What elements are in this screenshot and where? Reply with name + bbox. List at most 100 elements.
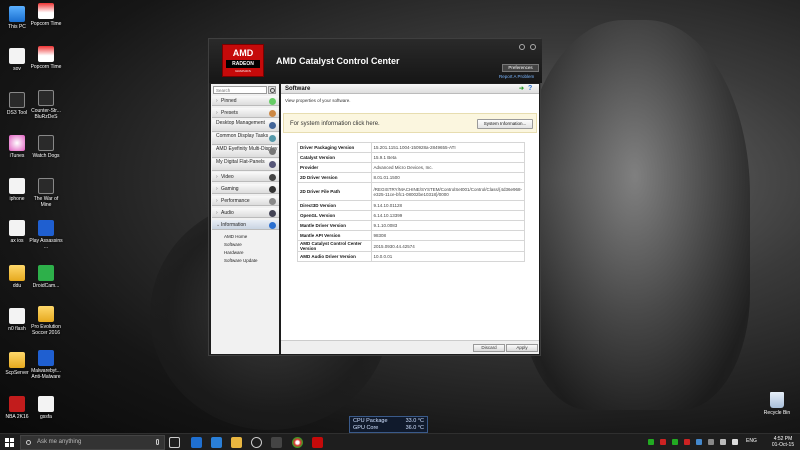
desktop-icon-popcorn-time-2[interactable]: Popcorn Time xyxy=(29,46,63,70)
property-value: /REGISTRY/MACHINE/SYSTEM/ControlSet001/C… xyxy=(370,182,526,201)
desktop-icon-gssfa[interactable]: gssfa xyxy=(29,396,63,420)
folder-icon xyxy=(9,265,25,281)
property-name: Direct3D Version xyxy=(297,200,372,211)
sidebar-item-performance[interactable]: › Performance xyxy=(212,196,279,206)
tray-app-icon[interactable] xyxy=(708,439,714,445)
taskbar-search-box[interactable]: Ask me anything xyxy=(20,435,165,450)
language-indicator[interactable]: ENG xyxy=(746,438,757,444)
taskbar-clock[interactable]: 4:52 PM 01-Oct-15 xyxy=(769,436,797,448)
document-icon xyxy=(9,178,25,194)
video-icon xyxy=(269,174,276,181)
minimize-icon[interactable] xyxy=(519,44,525,50)
wallpaper-figure xyxy=(520,20,750,410)
desktop-icon-counter-strike[interactable]: Counter-Str... BluRzDeS xyxy=(29,90,63,120)
popcorn-icon xyxy=(38,3,54,19)
amd-catalyst-taskbar-icon[interactable] xyxy=(312,437,323,448)
itunes-icon xyxy=(9,135,25,151)
document-icon xyxy=(9,220,25,236)
property-name: 2D Driver Version xyxy=(297,172,372,183)
property-value: Advanced Micro Devices, Inc. xyxy=(370,162,526,173)
sidebar-item-eyefinity[interactable]: AMD Eyefinity Multi-Display xyxy=(212,146,279,158)
sidebar-item-common-display-tasks[interactable]: Common Display Tasks xyxy=(212,133,279,145)
folder-icon xyxy=(9,352,25,368)
sidebar-item-desktop-management[interactable]: Desktop Management xyxy=(212,120,279,132)
property-name: Catalyst Version xyxy=(297,152,372,163)
search-icon[interactable] xyxy=(268,86,276,94)
game-icon xyxy=(38,306,54,322)
edge-icon[interactable] xyxy=(191,437,202,448)
document-icon xyxy=(38,396,54,412)
table-row: AMD Audio Driver Version 10.0.0.01 xyxy=(297,251,526,262)
game-icon xyxy=(38,220,54,236)
property-name: Mantle API Version xyxy=(297,230,372,241)
desktop-icon-droidcam[interactable]: DroidCam... xyxy=(29,265,63,289)
gamepad-icon xyxy=(269,186,276,193)
property-value: 9.1.10.0083 xyxy=(370,220,526,231)
info-icon xyxy=(269,222,276,229)
sidebar-item-video[interactable]: › Video xyxy=(212,172,279,182)
close-icon[interactable] xyxy=(530,44,536,50)
computer-icon xyxy=(9,6,25,22)
table-row: OpenGL Version 6.14.10.13399 xyxy=(297,210,526,221)
network-icon[interactable] xyxy=(720,439,726,445)
windows-start-icon[interactable] xyxy=(5,438,14,447)
tray-app-icon[interactable] xyxy=(648,439,654,445)
sidebar-subitem-software[interactable]: Software xyxy=(224,242,242,247)
tray-app-icon[interactable] xyxy=(696,439,702,445)
sidebar-item-digital-flat-panels[interactable]: My Digital Flat-Panels xyxy=(212,159,279,171)
discard-button[interactable]: Discard xyxy=(473,344,505,352)
table-row: Mantle API Version 98308 xyxy=(297,230,526,241)
sidebar-subitem-software-update[interactable]: Software Update xyxy=(224,258,258,263)
desktop-icon-play-assassins[interactable]: Play Assassins ... xyxy=(29,220,63,250)
table-row: Driver Packaging Version 15.201.1151.1004… xyxy=(297,142,526,153)
game-icon xyxy=(38,135,54,151)
amd-radeon-logo: AMD RADEON GRAPHICS xyxy=(222,44,264,77)
sidebar-item-gaming[interactable]: › Gaming xyxy=(212,184,279,194)
search-input[interactable] xyxy=(213,86,267,94)
report-problem-link[interactable]: Report A Problem xyxy=(499,74,534,79)
media-player-icon[interactable] xyxy=(271,437,282,448)
sidebar-item-presets[interactable]: › Presets xyxy=(212,108,279,118)
sidebar-item-audio[interactable]: › Audio xyxy=(212,208,279,218)
groove-music-icon[interactable] xyxy=(251,437,262,448)
malwarebytes-icon xyxy=(38,350,54,366)
desktop-icon-watch-dogs[interactable]: Watch Dogs xyxy=(29,135,63,159)
file-explorer-icon[interactable] xyxy=(231,437,242,448)
property-name: Provider xyxy=(297,162,372,173)
sidebar-subitem-amd-home[interactable]: AMD Home xyxy=(224,234,247,239)
preferences-button[interactable]: Preferences xyxy=(502,64,539,72)
monitor-icon xyxy=(269,161,276,168)
tray-app-icon[interactable] xyxy=(660,439,666,445)
sidebar-item-pinned[interactable]: › Pinned xyxy=(212,96,279,106)
back-arrow-icon[interactable]: ➜ xyxy=(519,86,525,92)
popcorn-icon xyxy=(38,46,54,62)
desktop-icon-popcorn-time[interactable]: Popcorn Time xyxy=(29,3,63,27)
system-info-banner: For system information click here. Syste… xyxy=(283,113,537,133)
desktop-icon-recycle-bin[interactable]: Recycle Bin xyxy=(760,392,794,416)
presets-icon xyxy=(269,110,276,117)
store-icon[interactable] xyxy=(211,437,222,448)
desktop-icon-pes-2016[interactable]: Pro Evolution Soccer 2016 xyxy=(29,306,63,336)
tray-app-icon[interactable] xyxy=(684,439,690,445)
system-information-button[interactable]: System Information... xyxy=(477,119,533,129)
volume-icon[interactable] xyxy=(732,439,738,445)
document-icon xyxy=(9,308,25,324)
droidcam-icon xyxy=(38,265,54,281)
table-row: Provider Advanced Micro Devices, Inc. xyxy=(297,162,526,173)
footer-bar: Discard Apply xyxy=(281,340,539,354)
property-value: 8.01.01.1500 xyxy=(370,172,526,183)
microphone-icon[interactable] xyxy=(156,439,159,445)
sidebar-subitem-hardware[interactable]: Hardware xyxy=(224,250,244,255)
property-name: AMD Catalyst Control Center Version xyxy=(297,240,372,252)
tray-app-icon[interactable] xyxy=(672,439,678,445)
desktop-icon-malwarebytes[interactable]: Malwarebyt... Anti-Malware xyxy=(29,350,63,380)
sidebar-item-information[interactable]: ⌄Information xyxy=(212,220,279,230)
chrome-icon[interactable] xyxy=(292,437,303,448)
help-icon[interactable]: ? xyxy=(528,85,535,92)
desktop-icon-war-of-mine[interactable]: The War of Mine xyxy=(29,178,63,208)
property-name: Driver Packaging Version xyxy=(297,142,372,153)
task-view-icon[interactable] xyxy=(169,437,180,448)
eyefinity-icon xyxy=(269,148,276,155)
page-title: Software ➜ ? xyxy=(281,84,539,94)
apply-button[interactable]: Apply xyxy=(506,344,538,352)
